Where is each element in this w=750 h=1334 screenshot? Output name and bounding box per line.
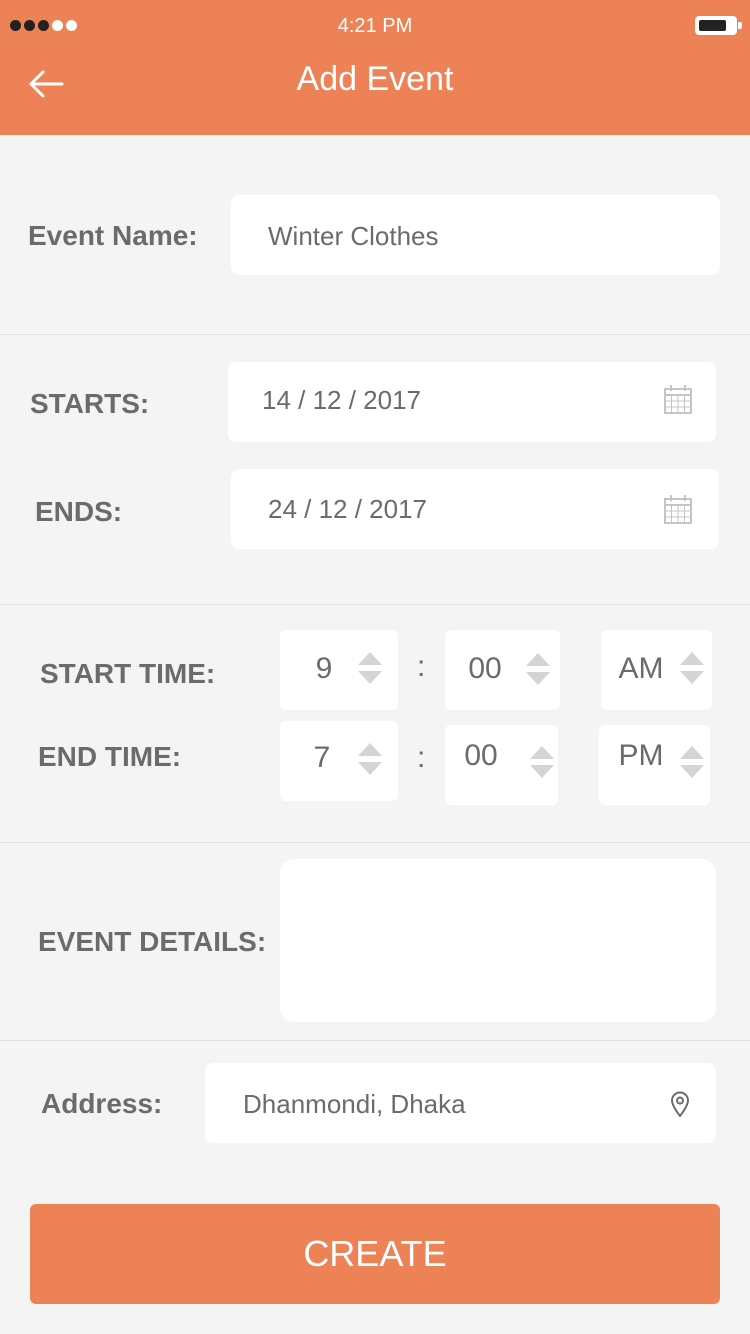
end-date-input[interactable]: 24 / 12 / 2017 [231,469,719,549]
start-period-stepper[interactable]: AM [601,630,712,710]
section-divider [0,842,750,843]
end-hour-stepper[interactable]: 7 [280,721,398,801]
event-name-label: Event Name: [28,220,198,251]
start-date-input[interactable]: 14 / 12 / 2017 [228,362,716,442]
end-hour-value: 7 [313,741,331,774]
start-minute-stepper[interactable]: 00 [445,630,560,710]
status-time: 4:21 PM [337,15,413,37]
end-minute-value: 00 [464,739,498,772]
end-period-stepper[interactable]: PM [599,725,710,805]
address-input[interactable]: Dhanmondi, Dhaka [205,1063,716,1143]
address-label: Address: [41,1088,163,1119]
up-down-arrows-icon[interactable] [679,745,705,779]
start-period-value: AM [618,652,664,685]
end-time-label: END TIME: [38,741,182,772]
calendar-icon[interactable] [664,494,692,524]
end-date-value: 24 / 12 / 2017 [268,494,428,524]
section-divider [0,604,750,605]
starts-label: STARTS: [30,388,150,419]
time-separator: : [417,650,426,683]
time-separator: : [417,741,426,774]
start-hour-stepper[interactable]: 9 [280,630,398,710]
app-header: 4:21 PM Add Event [0,0,750,135]
up-down-arrows-icon[interactable] [357,742,383,776]
battery-icon [695,16,737,35]
event-name-value: Winter Clothes [268,221,439,251]
section-divider [0,334,750,335]
ends-label: ENDS: [35,496,123,527]
event-details-label: EVENT DETAILS: [38,926,267,957]
map-pin-icon[interactable] [669,1090,691,1118]
section-divider [0,1040,750,1041]
event-name-input[interactable]: Winter Clothes [231,195,720,275]
start-date-value: 14 / 12 / 2017 [262,385,422,415]
start-hour-value: 9 [315,652,333,685]
page-title: Add Event [296,60,454,98]
start-time-label: START TIME: [40,658,216,689]
battery-tip [738,22,742,29]
up-down-arrows-icon[interactable] [357,651,383,685]
end-minute-stepper[interactable]: 00 [445,725,558,805]
create-button[interactable]: CREATE [30,1204,720,1304]
calendar-icon[interactable] [664,384,692,414]
end-period-value: PM [618,739,664,772]
address-value: Dhanmondi, Dhaka [243,1089,466,1119]
up-down-arrows-icon[interactable] [529,745,555,779]
start-minute-value: 00 [468,652,502,685]
up-down-arrows-icon[interactable] [679,651,705,685]
event-details-textarea[interactable] [280,859,716,1022]
up-down-arrows-icon[interactable] [525,652,551,686]
status-bar: 4:21 PM [0,0,750,52]
